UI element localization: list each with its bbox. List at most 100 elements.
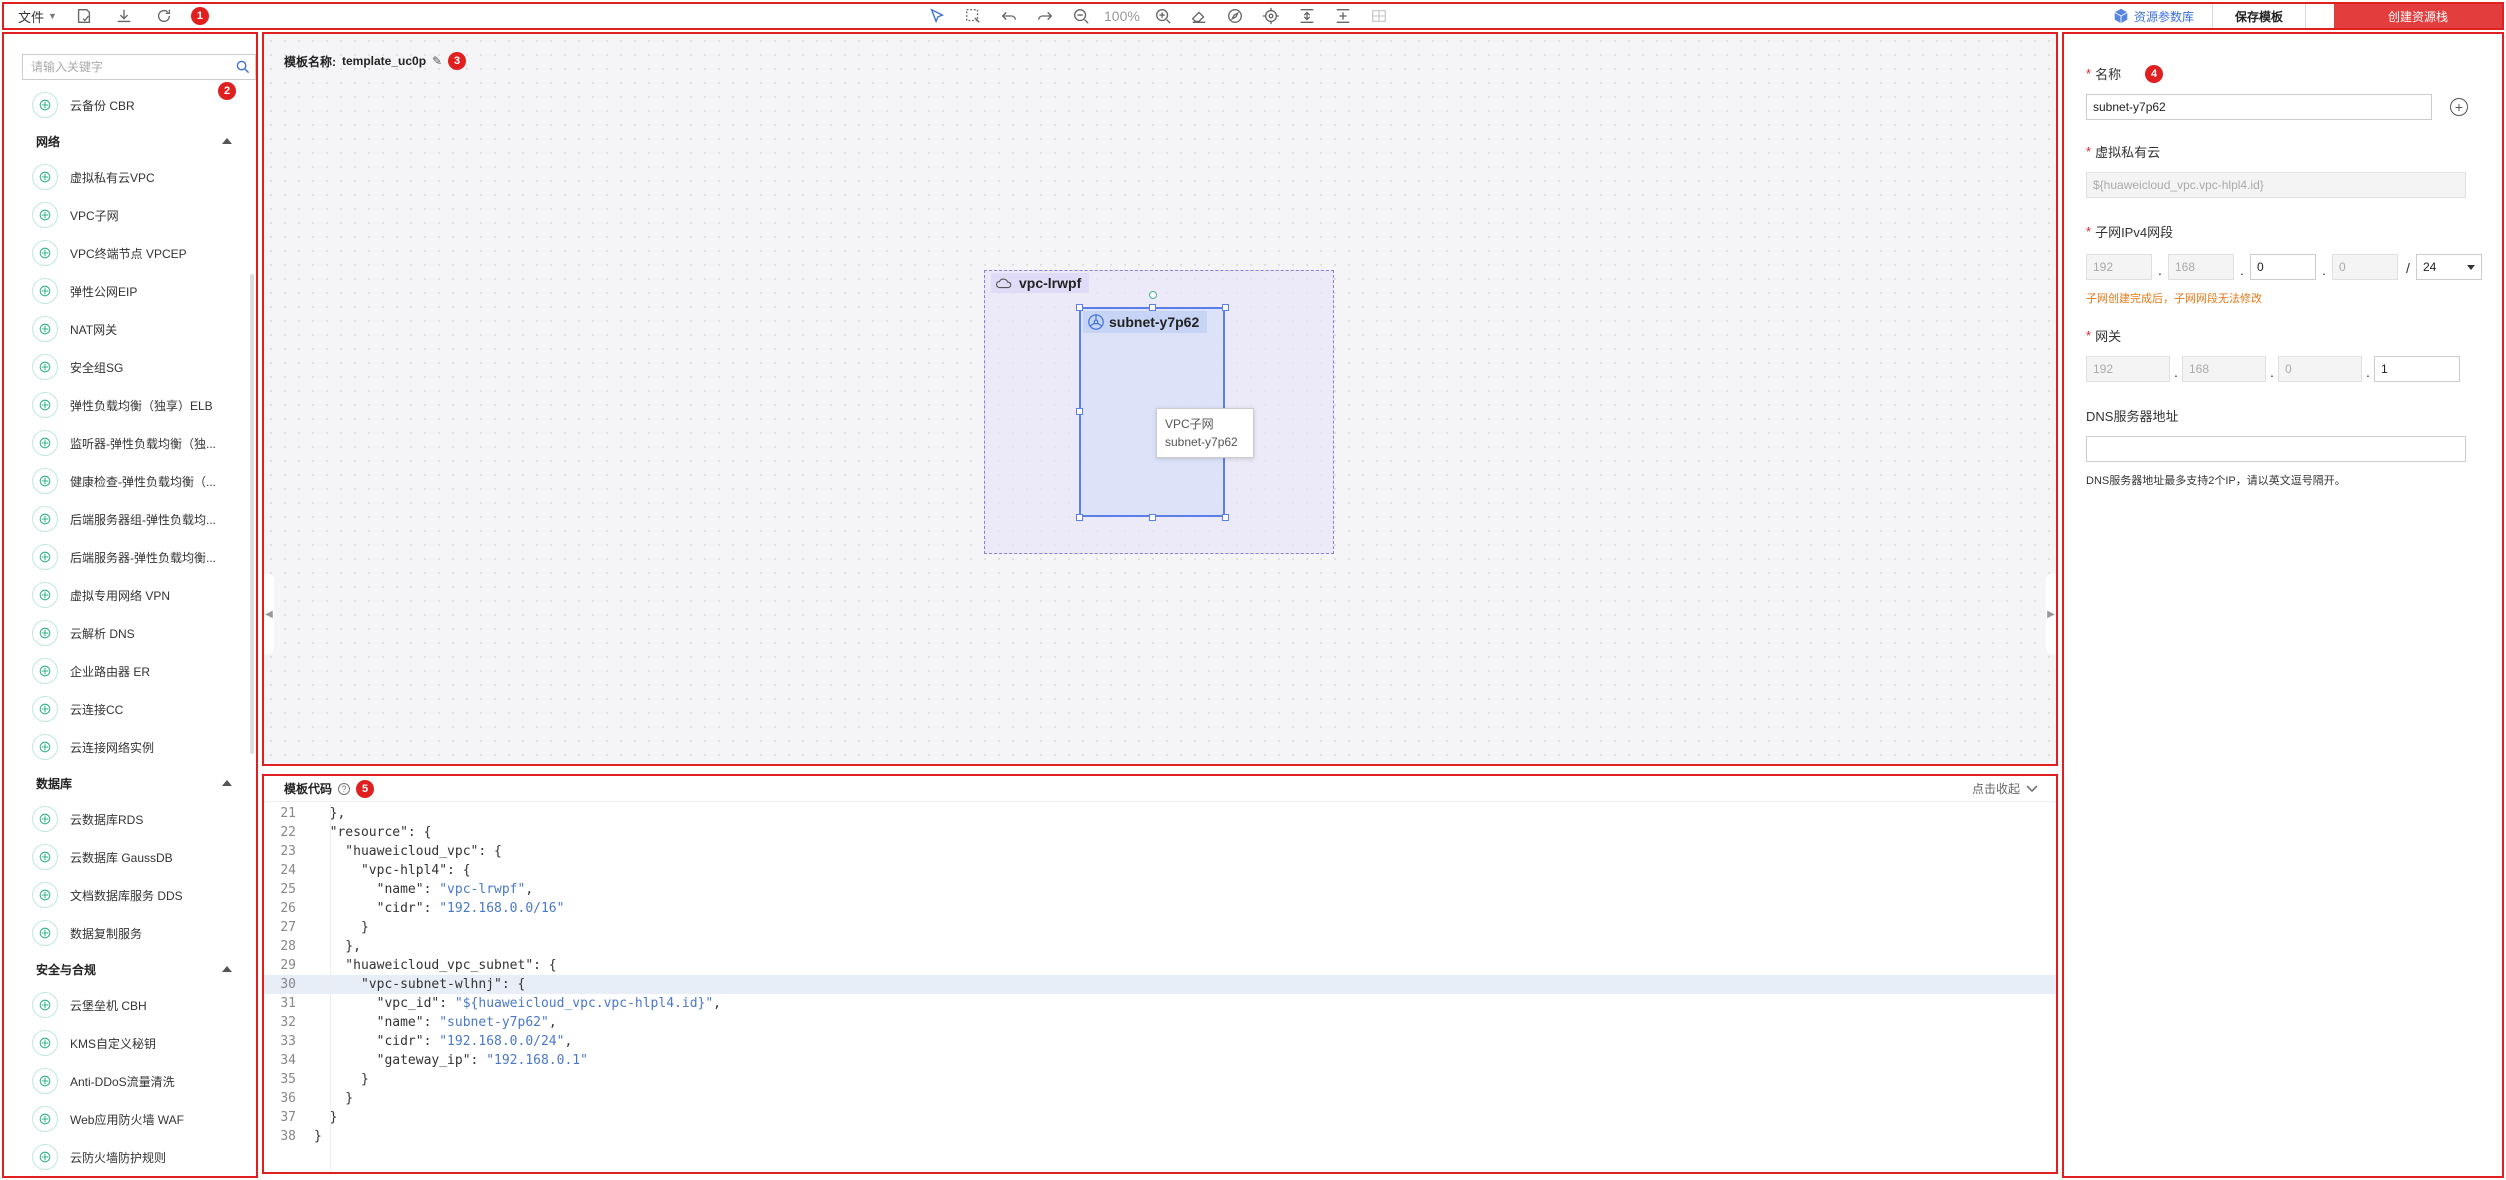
- cidr-slash: /: [2406, 260, 2410, 276]
- redo-button[interactable]: [1032, 4, 1058, 28]
- align-horizontal-button[interactable]: [1330, 4, 1356, 28]
- sidebar-item[interactable]: 弹性公网EIP: [4, 272, 250, 310]
- sidebar-item[interactable]: 云连接CC: [4, 690, 250, 728]
- new-template-button[interactable]: [71, 4, 97, 28]
- sidebar-item[interactable]: 弹性负载均衡（独享）ELB: [4, 386, 250, 424]
- align-horizontal-icon: [1336, 9, 1350, 23]
- code-lines: 21 }, 22 "resource": {23 "huaweicloud_vpc…: [264, 804, 2056, 1146]
- rotate-handle[interactable]: [1149, 291, 1157, 299]
- sidebar-scrollbar[interactable]: [250, 274, 254, 754]
- download-button[interactable]: [111, 4, 137, 28]
- file-menu-label: 文件: [18, 9, 45, 25]
- cloud-backup-icon: [32, 92, 58, 118]
- code-text: },: [314, 939, 361, 954]
- sidebar-item[interactable]: Web应用防火墙 WAF: [4, 1100, 250, 1138]
- sidebar-item[interactable]: 虚拟私有云VPC: [4, 158, 250, 196]
- collapse-code-button[interactable]: 点击收起: [1972, 780, 2038, 797]
- search-icon[interactable]: [231, 60, 255, 74]
- target-icon: [1262, 7, 1279, 25]
- resize-handle-ne[interactable]: [1222, 304, 1229, 311]
- center-view-button[interactable]: [1258, 4, 1284, 28]
- navigate-button[interactable]: [1222, 4, 1248, 28]
- redo-icon: [1038, 11, 1053, 21]
- cidr-octet-3[interactable]: [2250, 254, 2316, 280]
- sidebar-item[interactable]: 云解析 DNS: [4, 614, 250, 652]
- add-circle-icon[interactable]: +: [2450, 98, 2468, 116]
- select-tool-button[interactable]: [924, 4, 950, 28]
- sidebar-item[interactable]: Anti-DDoS流量清洗: [4, 1062, 250, 1100]
- help-icon[interactable]: ?: [338, 782, 351, 795]
- resize-handle-n[interactable]: [1149, 304, 1156, 311]
- line-number: 37: [280, 1110, 296, 1125]
- cloud-icon: [996, 278, 1012, 289]
- resize-handle-sw[interactable]: [1076, 514, 1083, 521]
- sidebar-item[interactable]: 后端服务器组-弹性负载均...: [4, 500, 250, 538]
- kms-icon: [32, 1030, 58, 1056]
- sidebar-item[interactable]: 安全组SG: [4, 348, 250, 386]
- box-select-button[interactable]: [960, 4, 986, 28]
- sidebar-group-header[interactable]: 安全与合规: [4, 952, 250, 986]
- undo-button[interactable]: [996, 4, 1022, 28]
- sidebar-item[interactable]: VPC终端节点 VPCEP: [4, 234, 250, 272]
- sidebar-item[interactable]: KMS自定义秘钥: [4, 1024, 250, 1062]
- sidebar-item[interactable]: NAT网关: [4, 310, 250, 348]
- nat-gateway-icon: [32, 316, 58, 342]
- sidebar-item[interactable]: 云堡垒机 CBH: [4, 986, 250, 1024]
- code-text: }: [314, 1072, 369, 1087]
- layout-button[interactable]: [1366, 4, 1392, 28]
- refresh-button[interactable]: [151, 4, 177, 28]
- step-badge-5: 5: [356, 779, 375, 798]
- name-input[interactable]: [2086, 94, 2432, 120]
- code-text: "huaweicloud_vpc": {: [314, 844, 502, 859]
- edit-pencil-icon[interactable]: ✎: [432, 54, 442, 68]
- sidebar-item[interactable]: 虚拟专用网络 VPN: [4, 576, 250, 614]
- resource-library-button[interactable]: 资源参数库: [2094, 4, 2212, 28]
- pointer-icon: [930, 8, 945, 24]
- code-editor[interactable]: 21 }, 22 "resource": {23 "huaweicloud_vpc…: [264, 804, 2056, 1172]
- design-canvas[interactable]: 模板名称: template_uc0p ✎ 3 vpc-lrwpf subnet…: [262, 32, 2058, 766]
- zoom-out-button[interactable]: [1068, 4, 1094, 28]
- gateway-octet-4[interactable]: [2374, 356, 2460, 382]
- sidebar-item[interactable]: 云数据库RDS: [4, 800, 250, 838]
- sidebar-group-header[interactable]: 数据库: [4, 766, 250, 800]
- sidebar-item[interactable]: 数据复制服务: [4, 914, 250, 952]
- sidebar-item[interactable]: 监听器-弹性负载均衡（独...: [4, 424, 250, 462]
- sidebar-item-label: 云解析 DNS: [70, 626, 135, 641]
- sidebar-item[interactable]: 云备份 CBR: [4, 86, 250, 124]
- eraser-button[interactable]: [1186, 4, 1212, 28]
- align-vertical-button[interactable]: [1294, 4, 1320, 28]
- sidebar-item[interactable]: 云数据库 GaussDB: [4, 838, 250, 876]
- resize-handle-se[interactable]: [1222, 514, 1229, 521]
- sidebar-item[interactable]: VPC子网: [4, 196, 250, 234]
- sidebar-item[interactable]: 云防火墙防护规则: [4, 1138, 250, 1176]
- dns-input[interactable]: [2086, 436, 2466, 462]
- resize-handle-nw[interactable]: [1076, 304, 1083, 311]
- line-number: 38: [280, 1129, 296, 1144]
- step-badge-4: 4: [2145, 64, 2164, 83]
- sidebar-item-label: 虚拟私有云VPC: [70, 170, 155, 185]
- sidebar-item-label: 数据复制服务: [70, 926, 143, 941]
- save-template-button[interactable]: 保存模板: [2211, 4, 2306, 28]
- waf-icon: [32, 1106, 58, 1132]
- collapse-right-panel-button[interactable]: ▶: [2046, 574, 2056, 654]
- create-stack-button[interactable]: 创建资源栈: [2334, 4, 2502, 28]
- search-input[interactable]: [23, 60, 231, 74]
- cidr-mask-select[interactable]: 24: [2416, 254, 2482, 280]
- resize-handle-w[interactable]: [1076, 408, 1083, 415]
- sidebar-item[interactable]: 云连接网络实例: [4, 728, 250, 766]
- sidebar-item-label: 云堡垒机 CBH: [70, 998, 147, 1013]
- sidebar-item[interactable]: 企业路由器 ER: [4, 652, 250, 690]
- sidebar-group-header[interactable]: 网络: [4, 124, 250, 158]
- file-menu[interactable]: 文件 ▼: [18, 7, 57, 26]
- sidebar-item[interactable]: 健康检查-弹性负载均衡（...: [4, 462, 250, 500]
- sidebar-item[interactable]: 后端服务器-弹性负载均衡...: [4, 538, 250, 576]
- resize-handle-s[interactable]: [1149, 514, 1156, 521]
- collapse-left-panel-button[interactable]: ◀: [264, 574, 274, 654]
- code-text: ,: [564, 1034, 573, 1049]
- undo-icon: [1001, 11, 1016, 21]
- code-line: 23 "huaweicloud_vpc": {: [264, 842, 2056, 861]
- cloud-connect-icon: [32, 696, 58, 722]
- sidebar-item[interactable]: 文档数据库服务 DDS: [4, 876, 250, 914]
- zoom-in-button[interactable]: [1150, 4, 1176, 28]
- code-text: "cidr":: [314, 901, 440, 916]
